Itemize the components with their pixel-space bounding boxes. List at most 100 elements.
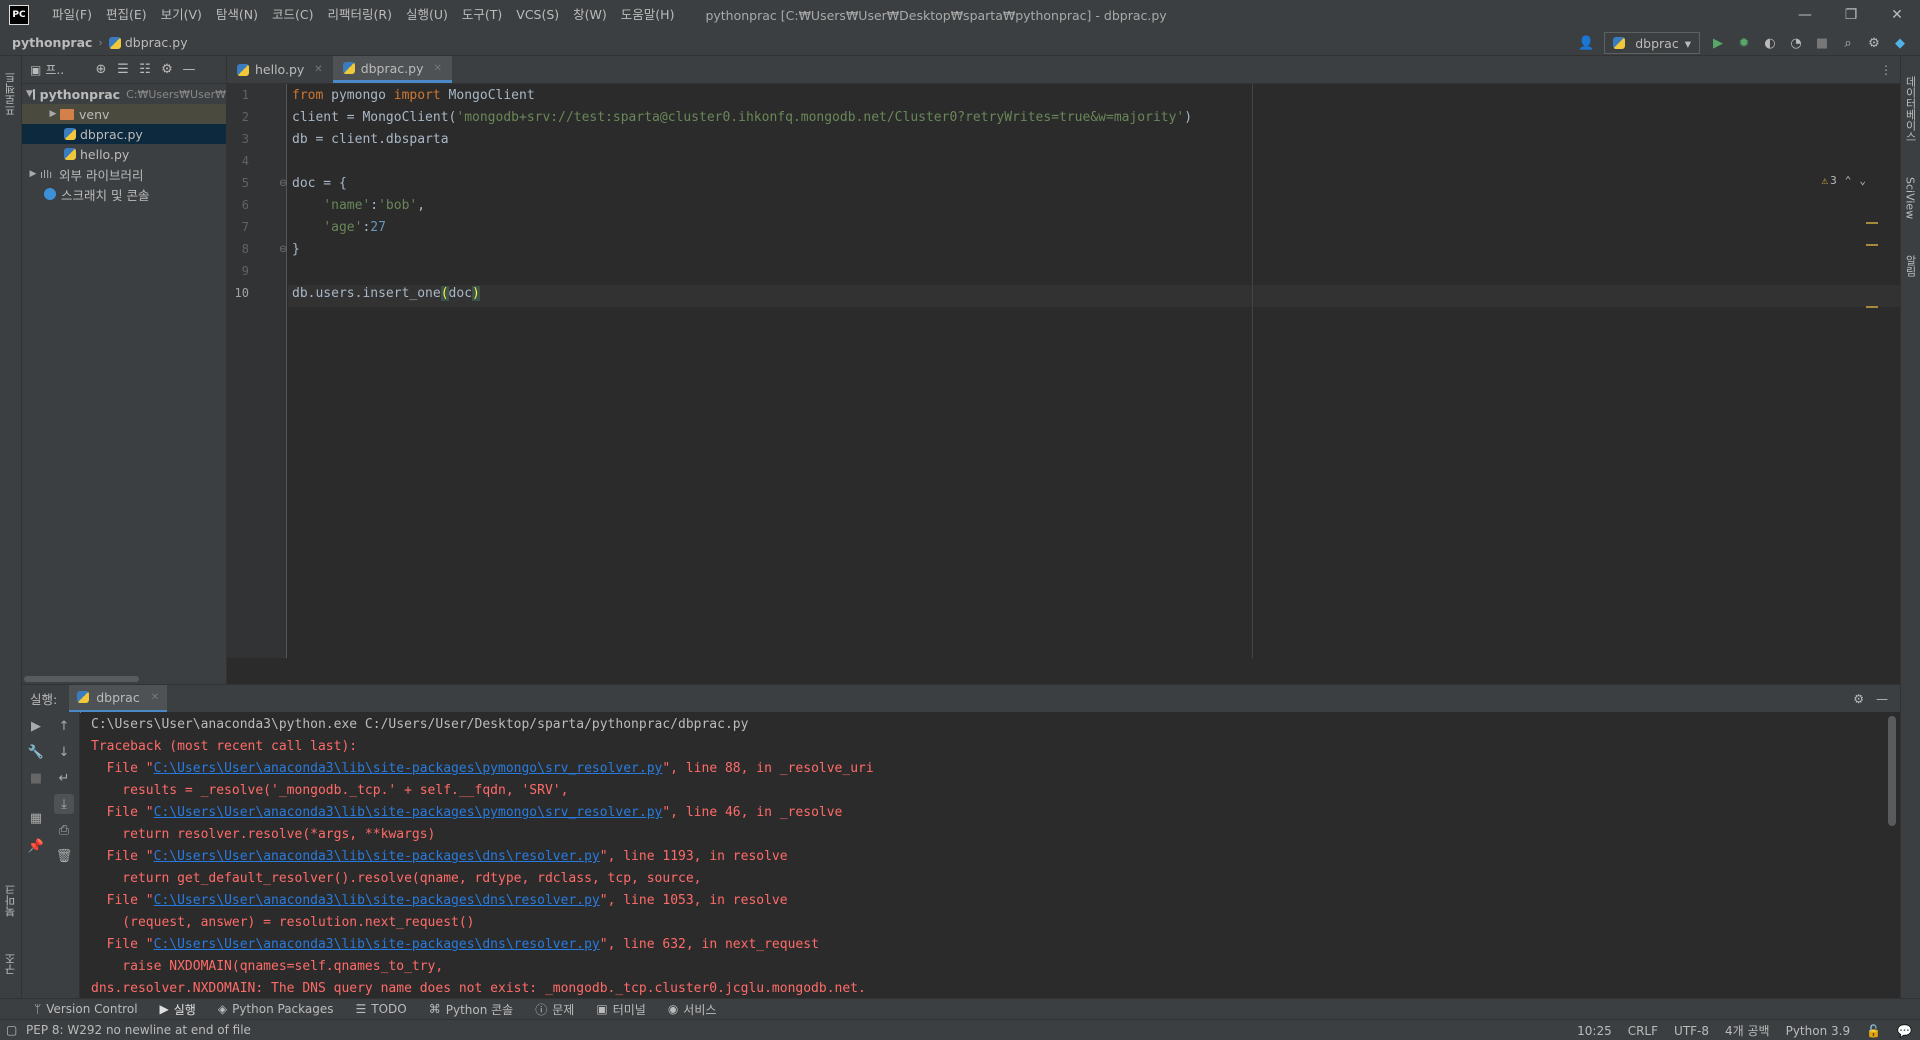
tool-tab-notifications[interactable]: 알림 bbox=[1900, 246, 1920, 286]
coverage-icon[interactable]: ◐ bbox=[1762, 35, 1778, 51]
restore-button[interactable]: ❐ bbox=[1828, 0, 1874, 30]
scroll-to-end-icon[interactable]: ⤓ bbox=[54, 794, 74, 814]
search-icon[interactable]: ⌕ bbox=[1840, 35, 1856, 51]
line-number: 1 bbox=[241, 88, 249, 102]
tool-tab-bookmarks[interactable]: 북마크 bbox=[0, 876, 22, 926]
run-icon[interactable]: ▶ bbox=[1710, 35, 1726, 51]
rerun-icon[interactable]: ▶ bbox=[26, 716, 46, 736]
tool-version-control[interactable]: ᛘ Version Control bbox=[34, 1002, 138, 1016]
tool-problems[interactable]: ⓘ 문제 bbox=[535, 1001, 574, 1018]
inspection-widget[interactable]: ⚠ 3 ⌃ ⌄ bbox=[1822, 174, 1867, 187]
hide-panel-icon[interactable]: — bbox=[178, 62, 200, 77]
menu-refactor[interactable]: 리팩터링(R) bbox=[321, 0, 399, 30]
menu-view[interactable]: 보기(V) bbox=[154, 0, 209, 30]
console-output[interactable]: C:\Users\User\anaconda3\python.exe C:/Us… bbox=[81, 712, 1900, 998]
file-link[interactable]: C:\Users\User\anaconda3\lib\site-package… bbox=[154, 805, 663, 820]
tool-terminal[interactable]: ▣ 터미널 bbox=[596, 1001, 645, 1018]
file-link[interactable]: C:\Users\User\anaconda3\lib\site-package… bbox=[154, 849, 600, 864]
menu-window[interactable]: 창(W) bbox=[566, 0, 614, 30]
wrench-icon[interactable]: 🔧 bbox=[26, 742, 46, 762]
tree-item-project-root[interactable]: ▼ pythonprac C:₩Users₩User₩ bbox=[22, 84, 226, 104]
tree-item-scratches[interactable]: 스크래치 및 콘솔 bbox=[22, 184, 226, 204]
horizontal-scrollbar[interactable] bbox=[24, 676, 139, 682]
close-icon[interactable]: ✕ bbox=[433, 63, 441, 74]
tree-item-venv[interactable]: ▶ venv bbox=[22, 104, 226, 124]
tool-python-console[interactable]: ⌘ Python 콘솔 bbox=[429, 1001, 514, 1018]
gear-icon[interactable]: ⚙ bbox=[156, 62, 178, 77]
close-window-button[interactable]: ✕ bbox=[1874, 0, 1920, 30]
tool-tab-project[interactable]: 프로젝트 bbox=[0, 64, 22, 124]
warning-stripe[interactable] bbox=[1866, 306, 1878, 308]
warning-stripe[interactable] bbox=[1866, 222, 1878, 224]
caret-position[interactable]: 10:25 bbox=[1577, 1024, 1612, 1038]
more-tabs-icon[interactable]: ⋮ bbox=[1880, 56, 1892, 83]
file-link[interactable]: C:\Users\User\anaconda3\lib\site-package… bbox=[154, 893, 600, 908]
menu-vcs[interactable]: VCS(S) bbox=[509, 0, 566, 30]
menu-navigate[interactable]: 탐색(N) bbox=[209, 0, 265, 30]
indent-setting[interactable]: 4개 공백 bbox=[1725, 1022, 1770, 1039]
menu-run[interactable]: 실행(U) bbox=[399, 0, 455, 30]
stop-icon[interactable]: ■ bbox=[1814, 35, 1830, 51]
lock-icon[interactable]: 🔓 bbox=[1866, 1024, 1881, 1038]
locate-file-icon[interactable]: ⊕ bbox=[90, 62, 112, 77]
warning-stripe[interactable] bbox=[1866, 244, 1878, 246]
menu-edit[interactable]: 편집(E) bbox=[99, 0, 154, 30]
tab-hello-py[interactable]: hello.py ✕ bbox=[227, 56, 333, 83]
notifications-icon[interactable]: 💬 bbox=[1897, 1024, 1912, 1038]
collapse-all-icon[interactable]: ☷ bbox=[134, 62, 156, 77]
close-icon[interactable]: ✕ bbox=[314, 64, 322, 75]
arrow-up-icon[interactable]: ↑ bbox=[54, 716, 74, 736]
tree-item-dbprac[interactable]: dbprac.py bbox=[22, 124, 226, 144]
menu-tools[interactable]: 도구(T) bbox=[455, 0, 509, 30]
user-account-icon[interactable]: 👤 bbox=[1578, 35, 1594, 51]
code-line-5: doc = { bbox=[292, 176, 347, 191]
close-icon[interactable]: ✕ bbox=[151, 692, 159, 703]
chevron-down-icon[interactable]: ⌄ bbox=[1859, 174, 1866, 187]
hide-panel-icon[interactable]: — bbox=[1876, 692, 1888, 706]
tool-tab-structure[interactable]: 구조 bbox=[0, 944, 22, 984]
status-message[interactable]: PEP 8: W292 no newline at end of file bbox=[26, 1023, 251, 1037]
line-separator[interactable]: CRLF bbox=[1628, 1024, 1658, 1038]
trash-icon[interactable]: 🗑 bbox=[54, 846, 74, 866]
menu-file[interactable]: 파일(F) bbox=[45, 0, 99, 30]
tool-tab-database[interactable]: 데이터베이스 bbox=[1900, 64, 1920, 154]
pin-icon[interactable]: 📌 bbox=[26, 836, 46, 856]
fold-icon[interactable]: ⊖ bbox=[279, 178, 287, 189]
layout-icon[interactable]: ▦ bbox=[26, 808, 46, 828]
project-view-select[interactable]: ▣ 프.. bbox=[30, 61, 90, 78]
print-icon[interactable]: ⎙ bbox=[54, 820, 74, 840]
file-encoding[interactable]: UTF-8 bbox=[1674, 1024, 1709, 1038]
gear-icon[interactable]: ⚙ bbox=[1853, 692, 1864, 706]
run-configuration-select[interactable]: dbprac ▾ bbox=[1604, 32, 1700, 54]
tree-item-external-libraries[interactable]: ▶ ıllı 외부 라이브러리 bbox=[22, 164, 226, 184]
debug-icon[interactable]: ✹ bbox=[1736, 35, 1752, 51]
expand-all-icon[interactable]: ☰ bbox=[112, 62, 134, 77]
tab-dbprac-py[interactable]: dbprac.py ✕ bbox=[332, 56, 452, 83]
fold-icon[interactable]: ⊖ bbox=[279, 244, 287, 255]
tool-python-packages[interactable]: ◈ Python Packages bbox=[218, 1002, 334, 1016]
code-editor[interactable]: from pymongo import MongoClient client =… bbox=[288, 84, 1900, 658]
file-link[interactable]: C:\Users\User\anaconda3\lib\site-package… bbox=[154, 761, 663, 776]
chevron-up-icon[interactable]: ⌃ bbox=[1845, 174, 1852, 187]
soft-wrap-icon[interactable]: ↵ bbox=[54, 768, 74, 788]
tool-services[interactable]: ◉ 서비스 bbox=[668, 1001, 717, 1018]
run-tab-dbprac[interactable]: dbprac ✕ bbox=[69, 684, 168, 713]
tool-run[interactable]: ▶ 실행 bbox=[160, 1001, 196, 1018]
file-link[interactable]: C:\Users\User\anaconda3\lib\site-package… bbox=[154, 937, 600, 952]
breadcrumb-project[interactable]: pythonprac bbox=[12, 35, 92, 50]
status-toggle-icon[interactable]: ▢ bbox=[6, 1023, 17, 1037]
vertical-scrollbar[interactable] bbox=[1888, 716, 1896, 826]
tree-item-hello[interactable]: hello.py bbox=[22, 144, 226, 164]
jetbrains-logo-icon[interactable]: ◆ bbox=[1892, 35, 1908, 51]
arrow-down-icon[interactable]: ↓ bbox=[54, 742, 74, 762]
minimize-button[interactable]: — bbox=[1782, 0, 1828, 30]
profile-icon[interactable]: ◔ bbox=[1788, 35, 1804, 51]
gear-icon[interactable]: ⚙ bbox=[1866, 35, 1882, 51]
menu-help[interactable]: 도움말(H) bbox=[614, 0, 682, 30]
tool-tab-sciview[interactable]: SciView bbox=[1900, 168, 1920, 228]
tool-todo[interactable]: ☰ TODO bbox=[356, 1002, 407, 1016]
menu-code[interactable]: 코드(C) bbox=[265, 0, 320, 30]
stop-icon[interactable]: ■ bbox=[26, 768, 46, 788]
python-interpreter[interactable]: Python 3.9 bbox=[1786, 1024, 1851, 1038]
breadcrumb-file[interactable]: dbprac.py bbox=[108, 35, 188, 50]
